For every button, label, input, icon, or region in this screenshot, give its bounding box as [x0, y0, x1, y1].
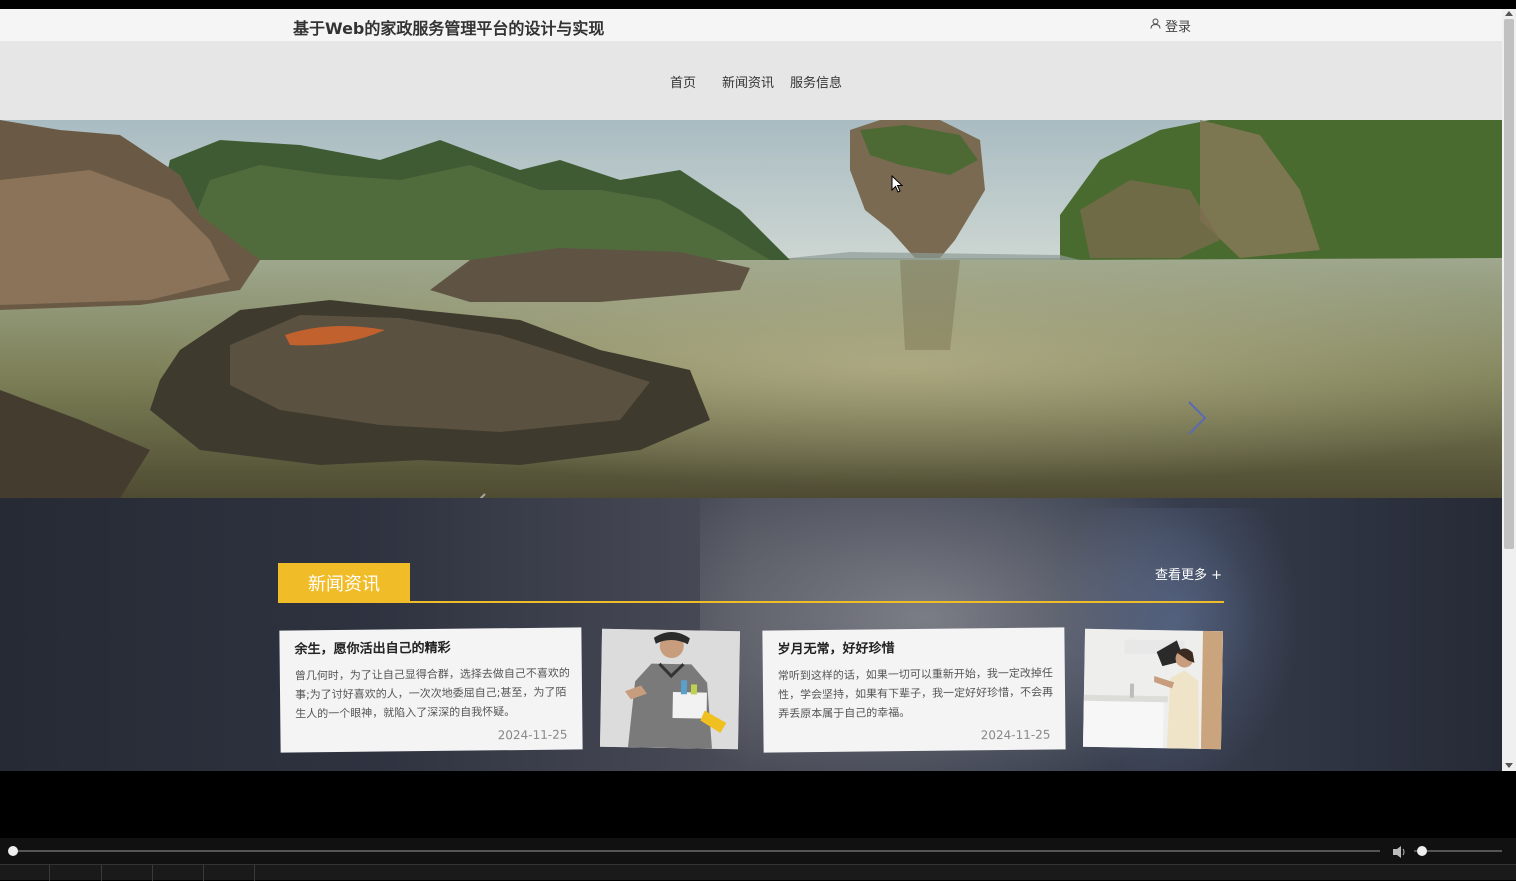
login-label: 登录 [1165, 20, 1192, 35]
hero-carousel[interactable] [0, 120, 1502, 498]
view-more-link[interactable]: 查看更多 + [1155, 564, 1222, 583]
scroll-down-icon[interactable] [1505, 763, 1513, 768]
news-card-summary: 常听到这样的话，如果一切可以重新开始，我一定改掉任性，学会坚持，如果有下辈子，我… [777, 666, 1054, 721]
user-icon [1150, 18, 1161, 33]
seek-handle[interactable] [8, 846, 18, 856]
section-divider [278, 601, 1224, 603]
volume-icon[interactable] [1392, 844, 1408, 863]
media-player-bar [0, 838, 1516, 881]
news-card[interactable]: 余生，愿你活出自己的精彩 曾几何时，为了让自己显得合群，选择去做自己不喜欢的事;… [279, 627, 583, 753]
kitchen-cleaning-photo [1082, 628, 1224, 750]
main-nav: 首页 新闻资讯 服务信息 [0, 41, 1502, 120]
news-card-image[interactable] [1082, 628, 1224, 750]
carousel-next-arrow[interactable] [1184, 400, 1210, 436]
nav-services[interactable]: 服务信息 [790, 72, 842, 91]
taskbar-strip [0, 864, 1516, 881]
news-card-title: 余生，愿你活出自己的精彩 [294, 640, 451, 658]
nav-home[interactable]: 首页 [670, 72, 696, 91]
mouse-cursor [891, 174, 904, 197]
scrollbar-thumb[interactable] [1504, 19, 1514, 549]
news-card-summary: 曾几何时，为了让自己显得合群，选择去做自己不喜欢的事;为了讨好喜欢的人，一次次地… [294, 666, 570, 721]
top-bar: 基于Web的家政服务管理平台的设计与实现 登录 [0, 9, 1502, 41]
volume-track[interactable] [1414, 850, 1502, 852]
login-link[interactable]: 登录 [1150, 16, 1191, 35]
scroll-up-icon[interactable] [1505, 11, 1513, 16]
news-section: 新闻资讯 查看更多 + 余生，愿你活出自己的精彩 曾几何时，为了让自己显得合群，… [0, 498, 1502, 771]
landscape-image [0, 120, 1502, 498]
vertical-scrollbar[interactable] [1502, 9, 1516, 771]
browser-viewport: 基于Web的家政服务管理平台的设计与实现 登录 首页 新闻资讯 服务信息 新闻资… [0, 9, 1502, 771]
site-title: 基于Web的家政服务管理平台的设计与实现 [293, 19, 605, 38]
news-card-image[interactable] [599, 628, 741, 750]
housekeeper-photo [599, 628, 741, 750]
news-card-date: 2024-11-25 [497, 727, 568, 743]
news-card-title: 岁月无常，好好珍惜 [777, 641, 895, 658]
seek-track[interactable] [12, 850, 1380, 852]
volume-handle[interactable] [1417, 846, 1427, 856]
news-card[interactable]: 岁月无常，好好珍惜 常听到这样的话，如果一切可以重新开始，我一定改掉任性，学会坚… [762, 627, 1066, 753]
nav-news[interactable]: 新闻资讯 [722, 72, 774, 91]
section-title-tab: 新闻资讯 [278, 563, 410, 603]
news-card-date: 2024-11-25 [980, 727, 1051, 743]
